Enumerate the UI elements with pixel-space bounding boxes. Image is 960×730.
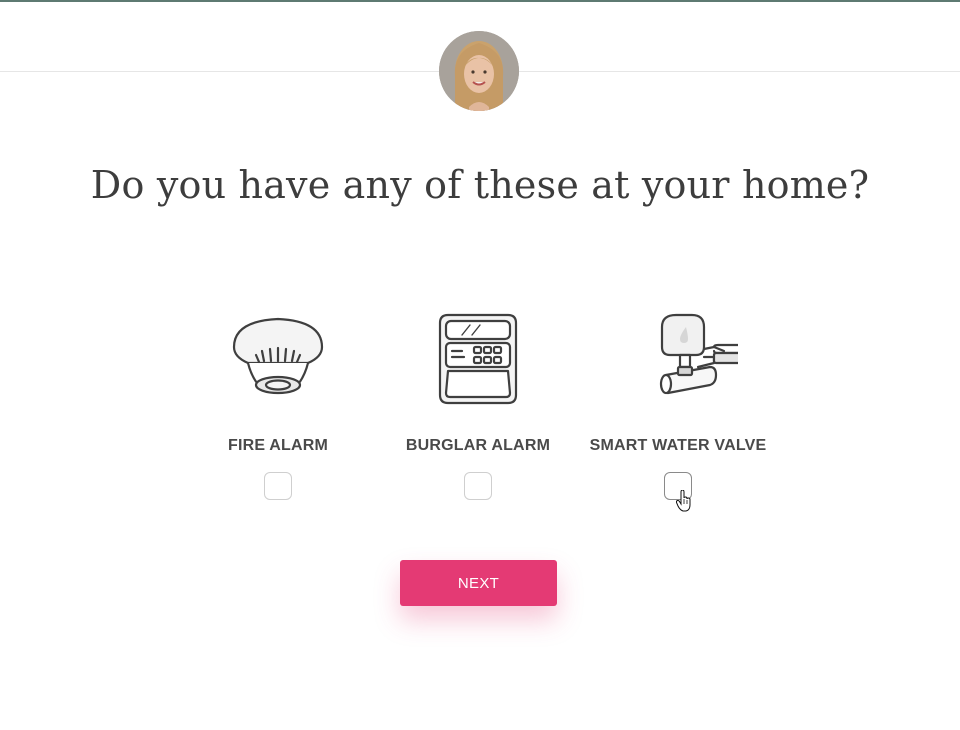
option-fire-alarm: FIRE ALARM	[178, 305, 378, 500]
option-burglar-alarm: BURGLAR ALARM	[378, 305, 578, 500]
option-smart-water-valve: SMART WATER VALVE	[578, 305, 778, 500]
fire-alarm-checkbox[interactable]	[264, 472, 292, 500]
option-label: BURGLAR ALARM	[405, 437, 551, 454]
top-border	[0, 0, 960, 2]
next-button[interactable]: NEXT	[400, 560, 557, 606]
avatar	[439, 31, 519, 111]
survey-page: Do you have any of these at your home? F…	[0, 0, 960, 730]
burglar-alarm-checkbox[interactable]	[464, 472, 492, 500]
option-label: SMART WATER VALVE	[589, 437, 767, 454]
fire-alarm-icon	[232, 317, 324, 395]
smart-water-valve-icon	[659, 313, 738, 395]
option-label: FIRE ALARM	[227, 437, 329, 454]
page-title: Do you have any of these at your home?	[90, 163, 870, 207]
burglar-alarm-icon	[438, 313, 518, 405]
smart-water-valve-checkbox[interactable]	[664, 472, 692, 500]
